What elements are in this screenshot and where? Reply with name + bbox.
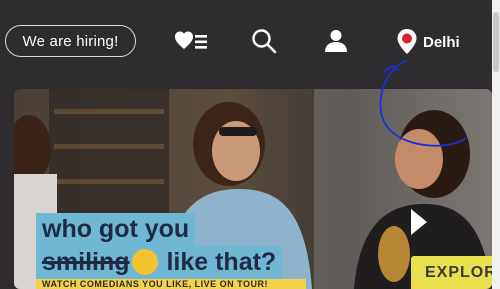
location-selector[interactable]: Delhi: [397, 28, 460, 56]
next-slide-arrow-icon[interactable]: [409, 207, 429, 237]
we-are-hiring-button[interactable]: We are hiring!: [5, 25, 136, 57]
caption-line-2-rest: like that?: [159, 248, 277, 276]
heart-list-icon: [175, 31, 207, 49]
caption-strike-word: smiling: [42, 248, 130, 276]
laughing-emoji-icon: [131, 249, 158, 275]
explore-button[interactable]: EXPLOR: [411, 256, 492, 289]
scrollbar-thumb[interactable]: [493, 12, 499, 72]
app-window: We are hiring! Delhi who got you smiling…: [0, 0, 500, 289]
hero-caption: who got you smiling like that? WATCH COM…: [36, 213, 306, 289]
search-button[interactable]: [249, 26, 279, 56]
wishlist-button[interactable]: [175, 26, 209, 56]
search-icon: [252, 29, 277, 54]
location-city-label: Delhi: [423, 33, 460, 51]
account-button[interactable]: [321, 26, 351, 56]
location-pin-icon: [397, 29, 417, 55]
caption-subline: WATCH COMEDIANS YOU LIKE, LIVE ON TOUR!: [36, 279, 306, 289]
page-scrollbar[interactable]: [492, 0, 500, 289]
user-icon: [325, 30, 347, 52]
hero-banner[interactable]: who got you smiling like that? WATCH COM…: [14, 89, 492, 289]
top-navigation-bar: We are hiring! Delhi: [0, 0, 492, 86]
caption-line-2: smiling like that?: [36, 246, 283, 279]
caption-line-1: who got you: [36, 213, 196, 246]
